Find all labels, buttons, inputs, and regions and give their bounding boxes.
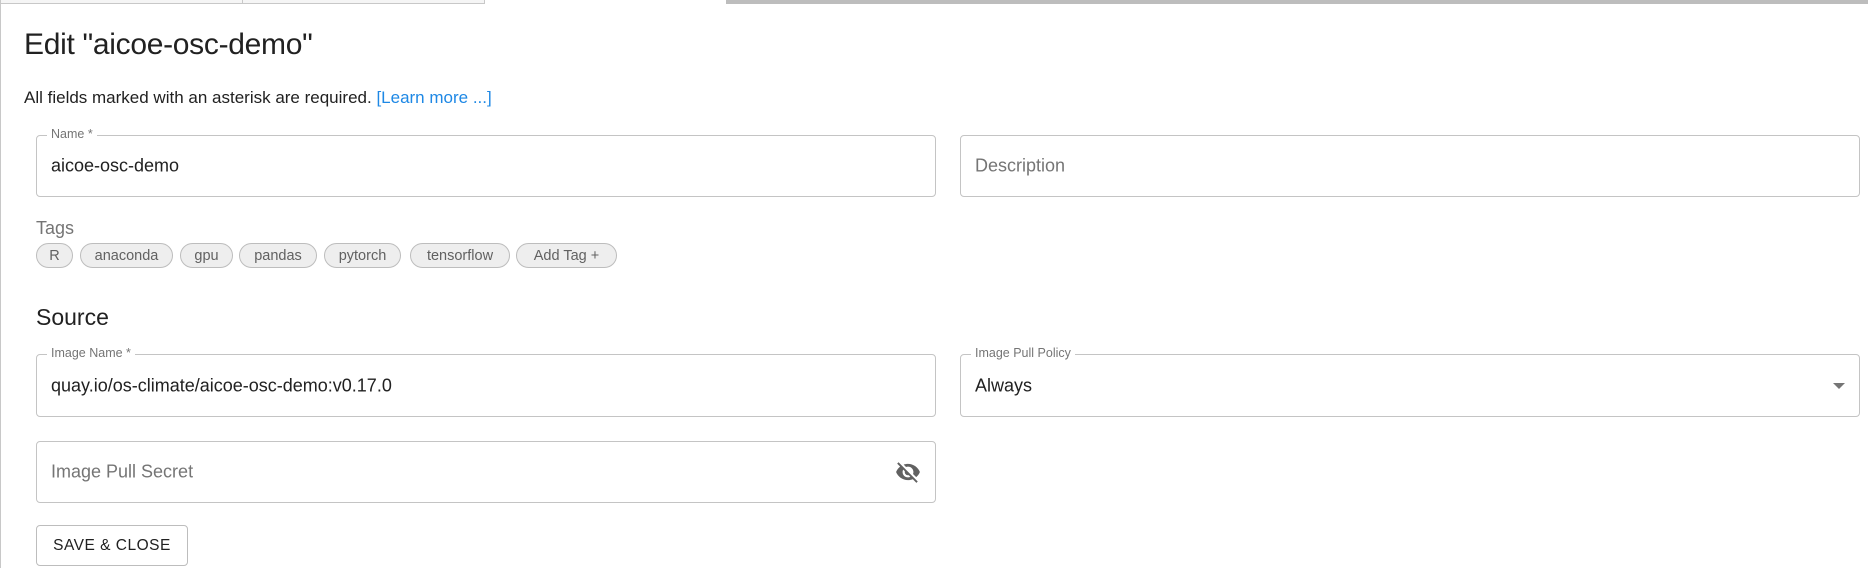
top-bar (726, 0, 1868, 4)
required-note: All fields marked with an asterisk are r… (24, 88, 492, 107)
caret-down-icon (1833, 382, 1845, 389)
page-title: Edit "aicoe-osc-demo" (24, 28, 313, 61)
tag-chip[interactable]: anaconda (80, 243, 173, 268)
learn-more-link[interactable]: [Learn more ...] (376, 88, 491, 107)
tag-chip[interactable]: pytorch (324, 243, 401, 268)
tag-chip[interactable]: tensorflow (410, 243, 510, 268)
page-left-border (0, 0, 1, 568)
add-tag-button[interactable]: Add Tag + (516, 243, 617, 268)
image-pull-secret-placeholder: Image Pull Secret (51, 461, 194, 482)
image-name-label: Image Name * (47, 346, 135, 360)
source-heading: Source (36, 304, 109, 330)
image-pull-policy-label: Image Pull Policy (971, 346, 1075, 360)
image-name-value: quay.io/os-climate/aicoe-osc-demo:v0.17.… (51, 375, 392, 395)
name-label: Name * (47, 127, 97, 141)
image-pull-secret-field[interactable]: Image Pull Secret (36, 441, 936, 503)
tab-2[interactable] (242, 0, 485, 4)
name-value: aicoe-osc-demo (51, 155, 180, 176)
description-field[interactable]: Description (960, 135, 1860, 197)
tab-1[interactable] (0, 0, 243, 4)
image-pull-policy-value: Always (975, 375, 1033, 395)
tag-chip[interactable]: pandas (239, 243, 317, 268)
tags-label: Tags (36, 218, 75, 238)
image-name-field[interactable]: Image Name * quay.io/os-climate/aicoe-os… (36, 346, 936, 417)
description-placeholder: Description (975, 155, 1066, 176)
eye-off-icon[interactable] (895, 459, 921, 485)
tag-chip[interactable]: gpu (180, 243, 233, 268)
name-field[interactable]: Name * aicoe-osc-demo (36, 127, 936, 197)
save-and-close-button[interactable]: SAVE & CLOSE (36, 525, 188, 566)
tag-chip[interactable]: R (36, 243, 73, 268)
image-pull-policy-select[interactable]: Image Pull Policy Always (960, 346, 1860, 417)
